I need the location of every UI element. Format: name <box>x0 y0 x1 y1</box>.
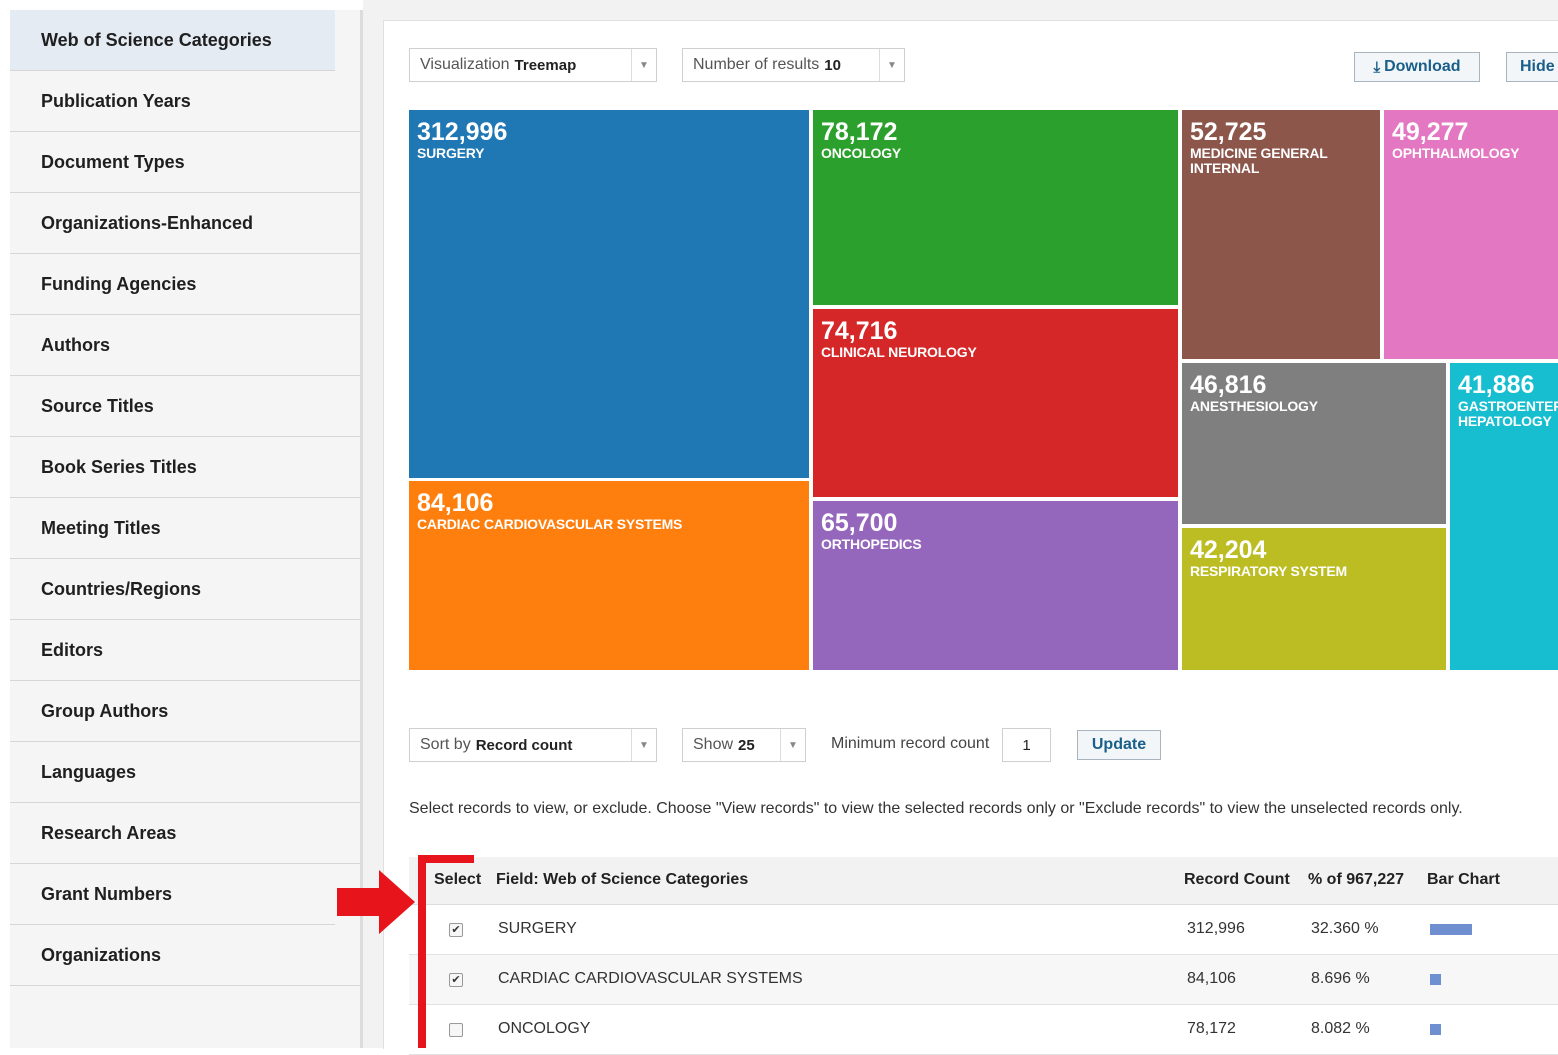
sidebar-item-organizations-enhanced[interactable]: Organizations-Enhanced <box>10 193 360 254</box>
tile-value: 41,886 <box>1458 371 1535 399</box>
row-bar <box>1430 924 1472 935</box>
treemap-tile[interactable]: 74,716 CLINICAL NEUROLOGY <box>813 309 1178 497</box>
tile-value: 74,716 <box>821 317 898 345</box>
sidebar-item-languages[interactable]: Languages <box>10 742 360 803</box>
sidebar-item-web-of-science-categories[interactable]: Web of Science Categories <box>10 10 335 71</box>
sort-label: Sort by <box>420 736 471 753</box>
tile-label: CARDIAC CARDIOVASCULAR SYSTEMS <box>417 516 683 532</box>
sidebar-item-funding-agencies[interactable]: Funding Agencies <box>10 254 360 315</box>
sort-value: Record count <box>475 736 573 754</box>
table-row: ✔ SURGERY 312,996 32.360 % <box>409 905 1558 955</box>
row-percent: 32.360 % <box>1311 920 1379 937</box>
visualization-value: Treemap <box>514 56 577 74</box>
sidebar-item-grant-numbers[interactable]: Grant Numbers <box>10 864 335 925</box>
header-percent[interactable]: % of 967,227 <box>1308 871 1404 889</box>
show-count-select[interactable]: Show 25 ▼ <box>682 728 806 762</box>
tile-label: SURGERY <box>417 145 485 161</box>
sidebar-item-organizations[interactable]: Organizations <box>10 925 360 986</box>
table-row: ✔ CARDIAC CARDIOVASCULAR SYSTEMS 84,106 … <box>409 955 1558 1005</box>
tile-value: 46,816 <box>1190 371 1267 399</box>
sidebar-item-publication-years[interactable]: Publication Years <box>10 71 360 132</box>
sidebar-item-meeting-titles[interactable]: Meeting Titles <box>10 498 360 559</box>
treemap-tile[interactable]: 312,996 SURGERY <box>409 110 809 478</box>
sort-by-select[interactable]: Sort by Record count ▼ <box>409 728 657 762</box>
treemap-tile[interactable]: 52,725 MEDICINE GENERAL INTERNAL <box>1182 110 1380 359</box>
row-record-count: 84,106 <box>1187 970 1236 987</box>
tile-value: 52,725 <box>1190 118 1267 146</box>
visualization-label: Visualization <box>420 56 510 73</box>
tile-label: OPHTHALMOLOGY <box>1392 145 1520 161</box>
tile-label: CLINICAL NEUROLOGY <box>821 344 977 360</box>
number-of-results-select[interactable]: Number of results 10 ▼ <box>682 48 905 82</box>
treemap-tile[interactable]: 65,700 ORTHOPEDICS <box>813 501 1178 670</box>
sidebar-item-countries-regions[interactable]: Countries/Regions <box>10 559 360 620</box>
chevron-down-icon: ▼ <box>879 49 904 81</box>
visualization-select[interactable]: Visualization Treemap ▼ <box>409 48 657 82</box>
annotation-bracket <box>418 855 474 1048</box>
sidebar-item-editors[interactable]: Editors <box>10 620 360 681</box>
annotation-arrow-icon <box>337 870 415 934</box>
header-record-count[interactable]: Record Count <box>1184 871 1290 889</box>
tile-value: 312,996 <box>417 118 508 146</box>
sidebar-item-research-areas[interactable]: Research Areas <box>10 803 360 864</box>
tile-label: MEDICINE GENERAL INTERNAL <box>1190 145 1328 176</box>
sidebar-item-authors[interactable]: Authors <box>10 315 360 376</box>
tile-label: ORTHOPEDICS <box>821 536 922 552</box>
chevron-down-icon: ▼ <box>780 729 805 761</box>
results-label: Number of results <box>693 56 820 73</box>
instructions-text: Select records to view, or exclude. Choo… <box>409 800 1463 817</box>
tile-value: 42,204 <box>1190 536 1267 564</box>
sidebar-item-source-titles[interactable]: Source Titles <box>10 376 360 437</box>
update-button[interactable]: Update <box>1077 730 1161 760</box>
minimum-record-count-input[interactable]: 1 <box>1002 728 1051 762</box>
chevron-down-icon: ▼ <box>631 729 656 761</box>
download-icon: ⤓ <box>1373 58 1381 76</box>
row-field: ONCOLOGY <box>498 1020 591 1037</box>
treemap-tile[interactable]: 46,816 ANESTHESIOLOGY <box>1182 363 1446 524</box>
tile-value: 49,277 <box>1392 118 1469 146</box>
minimum-record-count-label: Minimum record count <box>831 735 990 752</box>
header-field: Field: Web of Science Categories <box>496 871 749 888</box>
row-record-count: 312,996 <box>1187 920 1245 937</box>
treemap-tile[interactable]: 41,886 GASTROENTER HEPATOLOGY <box>1450 363 1558 670</box>
tile-value: 84,106 <box>417 489 494 517</box>
row-bar <box>1430 974 1441 985</box>
download-label: Download <box>1384 58 1461 75</box>
chevron-down-icon: ▼ <box>631 49 656 81</box>
row-record-count: 78,172 <box>1187 1020 1236 1037</box>
tile-label: GASTROENTER HEPATOLOGY <box>1458 398 1558 429</box>
results-value: 10 <box>824 56 841 74</box>
sidebar-item-book-series-titles[interactable]: Book Series Titles <box>10 437 360 498</box>
sidebar-item-document-types[interactable]: Document Types <box>10 132 360 193</box>
show-value: 25 <box>738 736 755 754</box>
row-percent: 8.082 % <box>1311 1020 1370 1037</box>
download-button[interactable]: ⤓ Download <box>1354 52 1480 82</box>
treemap-tile[interactable]: 49,277 OPHTHALMOLOGY <box>1384 110 1558 359</box>
show-label: Show <box>693 736 734 753</box>
hide-button[interactable]: Hide <box>1506 52 1558 82</box>
tile-value: 65,700 <box>821 509 898 537</box>
table-header: Select Field: Web of Science Categories … <box>409 857 1558 905</box>
tile-label: ONCOLOGY <box>821 145 902 161</box>
tile-label: ANESTHESIOLOGY <box>1190 398 1318 414</box>
treemap-tile[interactable]: 84,106 CARDIAC CARDIOVASCULAR SYSTEMS <box>409 481 809 670</box>
treemap-tile[interactable]: 78,172 ONCOLOGY <box>813 110 1178 305</box>
row-field: SURGERY <box>498 920 577 937</box>
analysis-sidebar: Web of Science Categories Publication Ye… <box>10 10 363 1048</box>
row-percent: 8.696 % <box>1311 970 1370 987</box>
tile-value: 78,172 <box>821 118 898 146</box>
row-bar <box>1430 1024 1441 1035</box>
header-bar-chart: Bar Chart <box>1427 871 1500 888</box>
sidebar-item-group-authors[interactable]: Group Authors <box>10 681 360 742</box>
tile-label: RESPIRATORY SYSTEM <box>1190 563 1347 579</box>
row-field: CARDIAC CARDIOVASCULAR SYSTEMS <box>498 970 803 987</box>
hide-label: Hide <box>1520 58 1555 75</box>
treemap-tile[interactable]: 42,204 RESPIRATORY SYSTEM <box>1182 528 1446 670</box>
